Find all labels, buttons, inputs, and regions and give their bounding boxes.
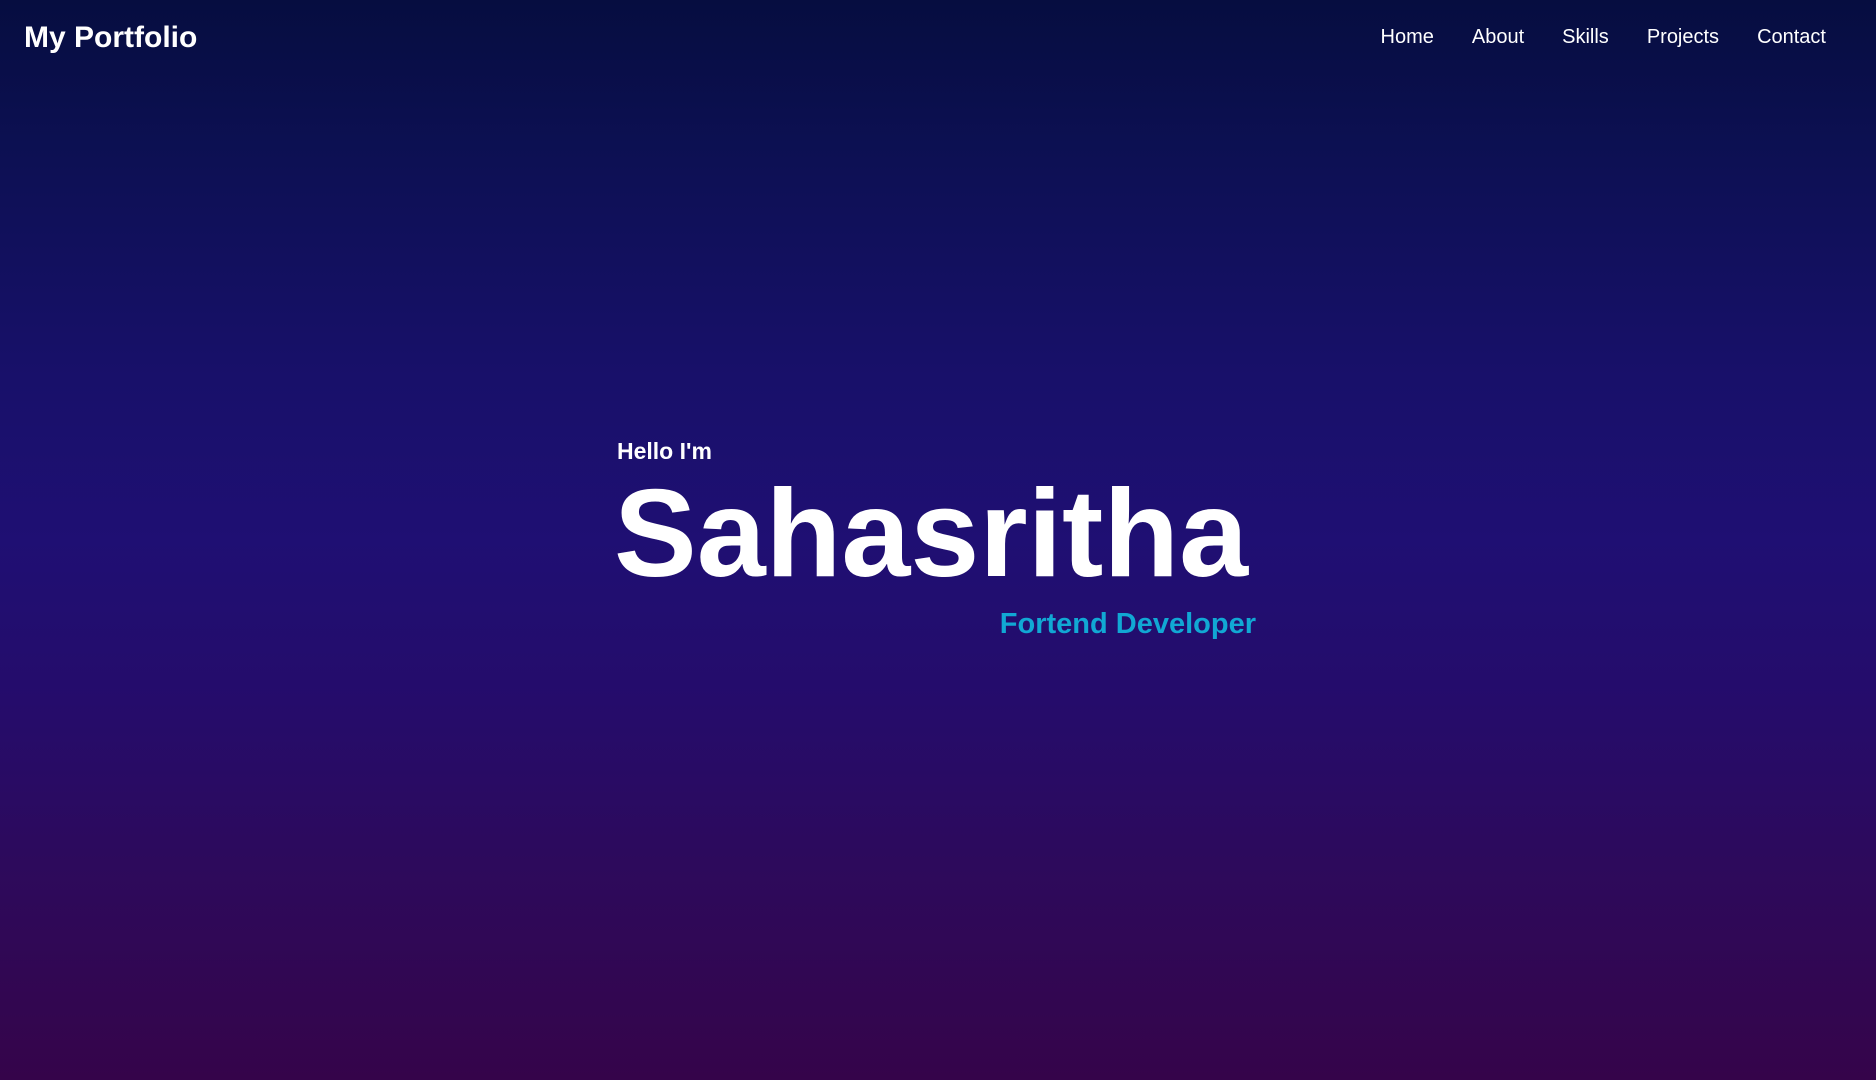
hero-name: Sahasritha	[614, 465, 1249, 603]
nav-menu: Home About Skills Projects Contact	[1343, 24, 1826, 50]
nav-link-contact[interactable]: Contact	[1757, 24, 1826, 50]
nav-link-projects[interactable]: Projects	[1647, 24, 1719, 50]
nav-link-about[interactable]: About	[1472, 24, 1524, 50]
nav-link-home[interactable]: Home	[1381, 24, 1434, 50]
hero-role: Fortend Developer	[999, 608, 1256, 640]
hero-greeting: Hello I'm	[617, 438, 712, 464]
nav-link-skills[interactable]: Skills	[1562, 24, 1609, 50]
hero-section: Hello I'm Sahasritha Fortend Developer	[614, 436, 1257, 640]
site-logo-text[interactable]: My Portfolio	[24, 19, 197, 57]
navbar: My Portfolio Home About Skills Projects …	[0, 0, 1876, 76]
